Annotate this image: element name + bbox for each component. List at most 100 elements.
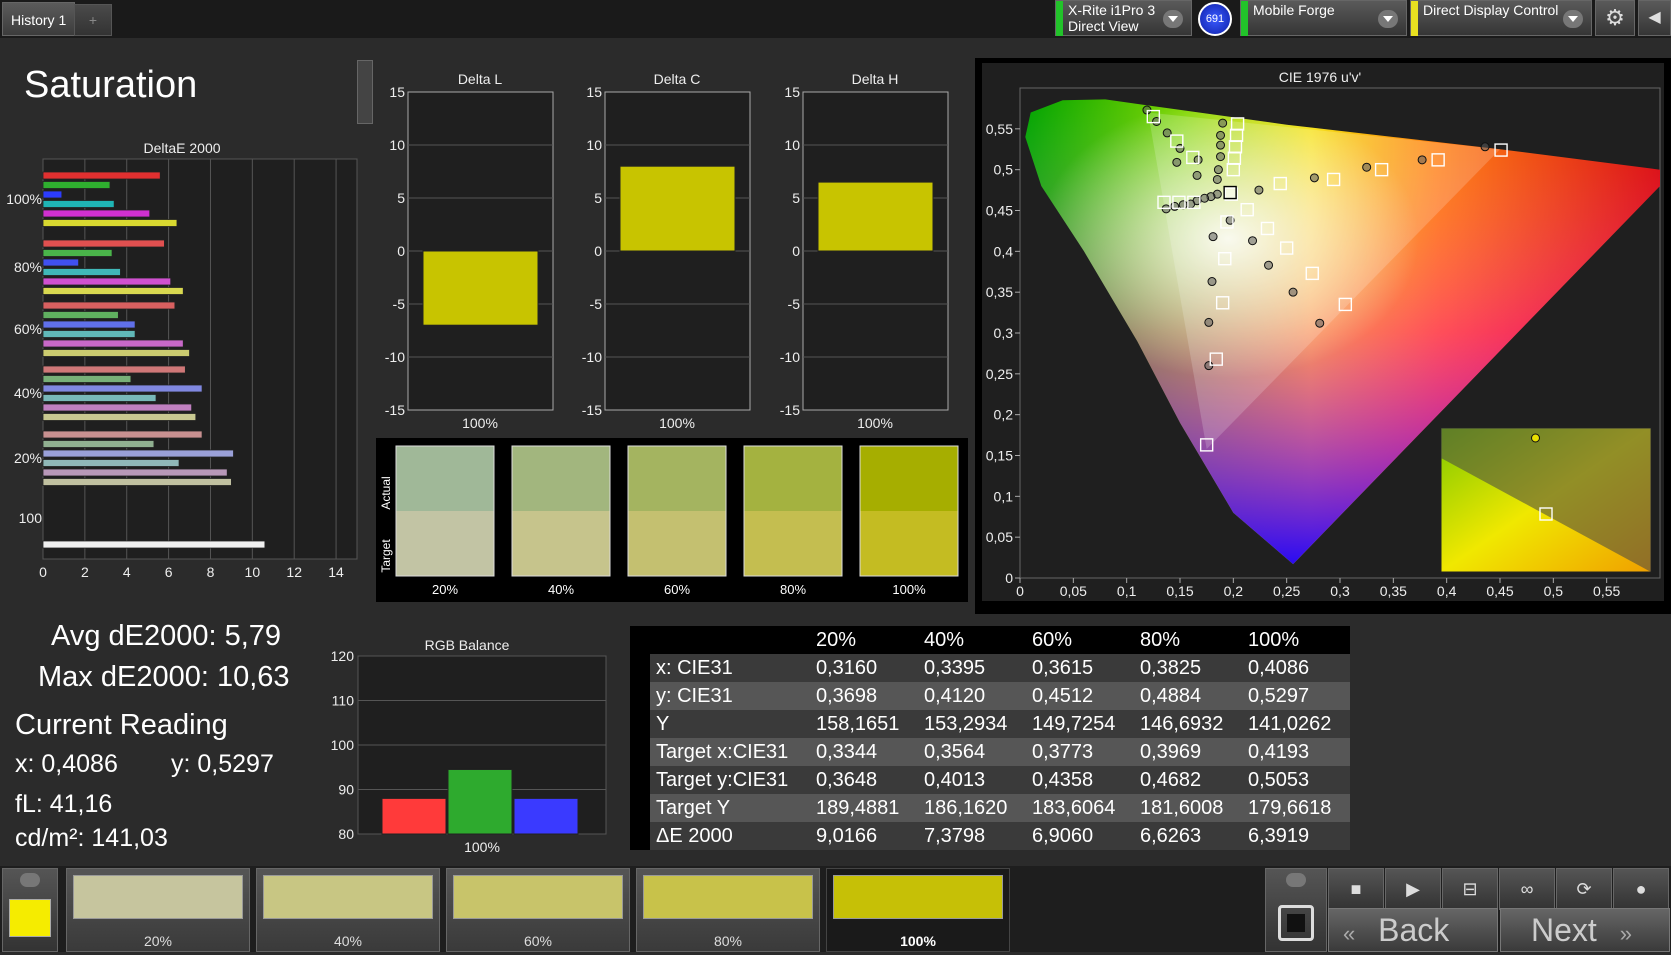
delta-bar [619, 165, 736, 252]
cie-y-tick: 0,4 [994, 243, 1014, 259]
table-cell: 153,2934 [918, 710, 1026, 738]
patch-button[interactable]: 80% [636, 868, 820, 952]
next-button-label: Next [1531, 912, 1597, 948]
stop-icon[interactable]: ■ [1328, 868, 1384, 910]
patch-swatch [833, 875, 1003, 919]
tab-history-1[interactable]: History 1 [2, 2, 76, 36]
refresh-icon[interactable]: ⟳ [1556, 868, 1612, 910]
meter-selector[interactable]: X-Rite i1Pro 3 Direct View [1055, 0, 1192, 36]
chevron-up-icon[interactable] [20, 873, 40, 887]
page-title: Saturation [24, 64, 198, 106]
deltae-bar [42, 394, 157, 402]
patch-button[interactable]: 60% [446, 868, 630, 952]
cie-measured-point [1315, 318, 1325, 328]
deltae-bar [42, 403, 193, 412]
patch-button[interactable]: 40% [256, 868, 440, 952]
gear-icon[interactable]: ⚙ [1595, 0, 1635, 36]
table-row: Y 158,1651 153,2934 149,7254 146,6932 141,026… [630, 710, 1350, 738]
cie-x-tick: 0,1 [1117, 583, 1137, 599]
patch-label: 80% [713, 933, 743, 949]
cie-x-tick: 0,15 [1166, 583, 1193, 599]
patch-button[interactable]: 100% [826, 868, 1010, 952]
deltae-bar [42, 171, 161, 180]
delta-bar [422, 250, 539, 326]
patch-label: 60% [523, 933, 553, 949]
table-row-label: ΔE 2000 [650, 822, 810, 850]
delta-y-tick: -5 [788, 296, 801, 312]
table-row-label: Target Y [650, 794, 810, 822]
deltae-bar [42, 375, 132, 383]
swatch-label: 20% [432, 582, 458, 597]
table-row: ΔE 2000 9,0166 7,3798 6,9060 6,6263 6,3919 [630, 822, 1350, 850]
chevron-down-icon[interactable] [1163, 10, 1183, 28]
swatch-label: 60% [664, 582, 690, 597]
pattern-generator-selector[interactable]: Mobile Forge [1240, 0, 1407, 36]
chevron-down-icon[interactable] [1563, 10, 1583, 28]
swatch-target [744, 511, 842, 576]
cie-y-tick: 0,15 [986, 448, 1013, 464]
loop-icon[interactable]: ∞ [1499, 868, 1555, 910]
delta-y-tick: -5 [590, 296, 603, 312]
delta-category-label: 100% [857, 415, 893, 430]
table-cell: 0,3160 [810, 654, 918, 682]
chevron-left-icon[interactable]: ◀ [1638, 0, 1671, 36]
deltae-bar [42, 430, 203, 439]
record-icon[interactable]: ● [1613, 868, 1669, 910]
generator-status-stripe [1241, 1, 1248, 36]
next-button[interactable]: Next » [1500, 908, 1670, 952]
cie-y-tick: 0 [1005, 570, 1013, 586]
table-row-label: Target y:CIE31 [650, 766, 810, 794]
chevron-down-icon[interactable] [1378, 10, 1398, 28]
swatch-label: 40% [548, 582, 574, 597]
delta-y-tick: 10 [586, 137, 602, 153]
table-cell: 0,3969 [1134, 738, 1242, 766]
delta-lch-charts: Delta L 15 10 5 0 -5 -10 -15 100% Delta C 15 10 5 0 -5… [385, 71, 949, 430]
table-cell: 179,6618 [1242, 794, 1350, 822]
cie-y-tick: 0,5 [994, 162, 1014, 178]
deltae-group-label: 60% [14, 321, 42, 337]
patch-scroll-panel [1265, 868, 1327, 952]
cie-chart: CIE 1976 u'v' 0 0,05 0,1 0,15 0,2 0,25 0,3 0,35… [975, 58, 1671, 614]
target-label: Target [379, 539, 393, 573]
cie-measured-point [1213, 165, 1223, 175]
deltae-bar [42, 330, 136, 338]
table-cell: 0,3698 [810, 682, 918, 710]
play-icon[interactable]: ▶ [1385, 868, 1441, 910]
deltae-bar [42, 468, 228, 477]
cie-x-tick: 0,5 [1544, 583, 1564, 599]
avg-de-stat: Avg dE2000: 5,79 [51, 620, 282, 652]
deltae-group-label: 80% [14, 259, 42, 275]
current-patch-panel [2, 868, 58, 952]
delta-category-label: 100% [462, 415, 498, 430]
save-icon[interactable]: ⊟ [1442, 868, 1498, 910]
add-tab-button[interactable]: + [74, 4, 112, 36]
measurement-table: 20% 40% 60% 80% 100% x: CIE31 0,3160 0,339… [630, 626, 1350, 850]
cie-y-tick: 0,2 [994, 407, 1014, 423]
current-fl: fL: 41,16 [15, 790, 113, 818]
back-button[interactable]: « Back [1328, 908, 1498, 952]
display-control-selector[interactable]: Direct Display Control [1410, 0, 1592, 36]
deltae-bar [42, 239, 165, 248]
rgb-bar [513, 797, 579, 835]
deltae-chart: DeltaE 2000 100% 80% 60% 40% 20% 100 0 2 4 6 8 10 1… [6, 140, 358, 580]
cie-x-tick: 0,45 [1486, 583, 1513, 599]
deltae-bar [42, 449, 234, 458]
table-col-header: 80% [1134, 626, 1242, 654]
current-patch-swatch [9, 899, 51, 937]
delta-y-tick: -10 [582, 349, 602, 365]
cie-measured-point [1264, 260, 1274, 270]
deltae-bar [42, 277, 172, 286]
cie-measured-point [1200, 193, 1210, 203]
cie-measured-point [1212, 174, 1222, 184]
deltae-x-tick: 4 [123, 564, 131, 580]
deltae-x-tick: 10 [245, 564, 261, 580]
cie-measured-point [1216, 140, 1226, 150]
scrollbar[interactable] [357, 60, 373, 124]
patch-button[interactable]: 20% [66, 868, 250, 952]
chevron-right-icon: » [1619, 921, 1632, 946]
stop-measure-icon[interactable] [1278, 905, 1314, 941]
delta-y-tick: 10 [784, 137, 800, 153]
deltae-bar [42, 287, 184, 295]
table-cell: 0,4512 [1026, 682, 1134, 710]
chevron-up-icon[interactable] [1286, 873, 1306, 887]
